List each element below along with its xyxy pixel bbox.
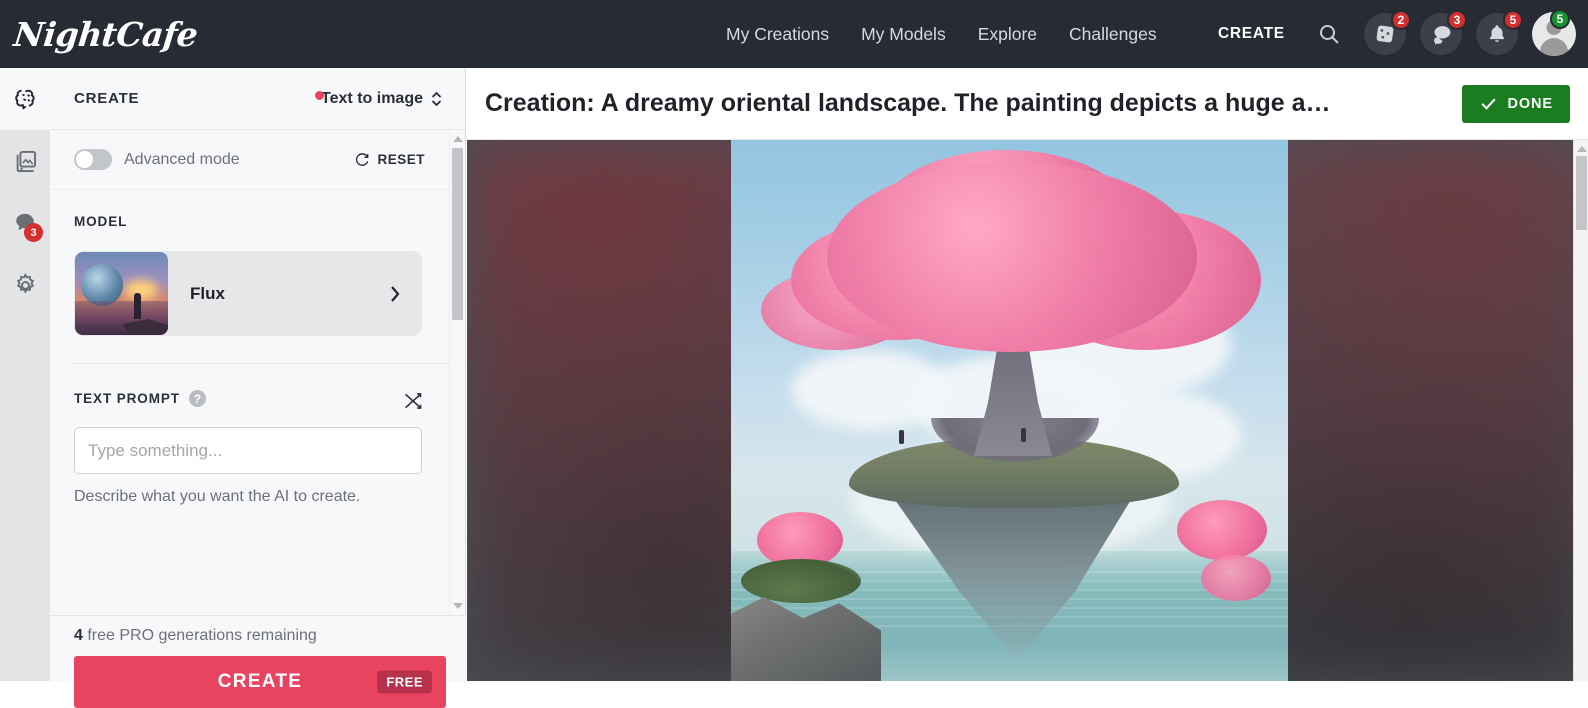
creation-header: Creation: A dreamy oriental landscape. T… bbox=[467, 68, 1588, 140]
panel-scrollbar-thumb[interactable] bbox=[452, 148, 463, 320]
reset-button[interactable]: RESET bbox=[354, 152, 425, 168]
scroll-down-arrow-icon[interactable] bbox=[453, 603, 463, 609]
generations-count: 4 bbox=[74, 627, 83, 644]
bell-badge: 5 bbox=[1503, 10, 1523, 30]
free-badge: FREE bbox=[377, 670, 432, 694]
nav-link-challenges[interactable]: Challenges bbox=[1069, 24, 1157, 45]
advanced-mode-label: Advanced mode bbox=[124, 150, 240, 168]
scroll-up-arrow-icon[interactable] bbox=[453, 136, 463, 142]
creation-title: Creation: A dreamy oriental landscape. T… bbox=[485, 89, 1331, 117]
reset-label: RESET bbox=[377, 152, 425, 167]
create-panel-header: CREATE Text to image bbox=[50, 68, 465, 130]
chevron-updown-icon bbox=[431, 91, 442, 106]
small-blossom-tree bbox=[1177, 500, 1267, 560]
chevron-right-icon bbox=[391, 285, 400, 302]
new-mode-dot-icon bbox=[315, 90, 325, 100]
text-prompt-label: TEXT PROMPT bbox=[74, 391, 180, 406]
shoreline-greenery bbox=[741, 559, 861, 603]
image-viewer bbox=[467, 140, 1588, 681]
check-icon bbox=[1480, 98, 1496, 110]
generations-text: free PRO generations remaining bbox=[82, 627, 317, 644]
model-name: Flux bbox=[190, 283, 225, 303]
brand-logo[interactable]: NightCafe bbox=[12, 15, 199, 54]
avatar-body bbox=[1540, 38, 1568, 56]
cherry-blossom-canopy bbox=[827, 162, 1197, 352]
thumb-sphere bbox=[81, 264, 123, 306]
figure-silhouette bbox=[1021, 428, 1026, 442]
bell-icon[interactable]: 5 bbox=[1476, 10, 1523, 55]
generations-remaining: 4 free PRO generations remaining bbox=[50, 616, 466, 645]
rail-item-chat[interactable]: 3 bbox=[0, 192, 50, 254]
create-panel-scroll-area: Advanced mode RESET MODEL Flux TEXT PROM… bbox=[50, 130, 465, 615]
create-button[interactable]: CREATE FREE bbox=[74, 656, 446, 708]
generated-artwork[interactable] bbox=[731, 140, 1288, 681]
thumb-sun bbox=[124, 280, 158, 300]
create-panel: CREATE Text to image Advanced mode RESET… bbox=[50, 68, 466, 708]
thumb-person bbox=[134, 293, 141, 319]
text-prompt-hint: Describe what you want the AI to create. bbox=[74, 488, 361, 505]
rail-item-settings[interactable] bbox=[0, 254, 50, 316]
refresh-icon bbox=[356, 152, 369, 166]
nav-link-explore[interactable]: Explore bbox=[978, 24, 1037, 45]
figure-silhouette bbox=[899, 430, 904, 444]
search-icon[interactable] bbox=[1308, 13, 1350, 55]
rail-item-brain[interactable] bbox=[0, 68, 50, 130]
panel-scrollbar[interactable] bbox=[449, 130, 464, 615]
left-icon-rail: 3 bbox=[0, 68, 50, 681]
shuffle-icon[interactable] bbox=[403, 391, 423, 411]
chat-badge: 3 bbox=[1447, 10, 1467, 30]
mode-selector-value: Text to image bbox=[321, 89, 423, 107]
done-button-label: DONE bbox=[1507, 95, 1553, 112]
model-selector-card[interactable]: Flux bbox=[74, 251, 422, 336]
viewer-scrollbar-thumb[interactable] bbox=[1576, 156, 1587, 230]
dice-icon[interactable]: 2 bbox=[1364, 10, 1411, 55]
model-thumbnail bbox=[75, 252, 168, 335]
avatar-badge: 5 bbox=[1550, 9, 1570, 29]
chat-icon[interactable]: 3 bbox=[1420, 10, 1467, 55]
mode-selector[interactable]: Text to image bbox=[315, 89, 443, 109]
advanced-mode-row: Advanced mode RESET bbox=[50, 130, 465, 190]
text-prompt-input[interactable] bbox=[74, 427, 422, 474]
model-section-label: MODEL bbox=[74, 214, 128, 229]
create-button-label: CREATE bbox=[217, 671, 303, 692]
top-navigation-bar: NightCafe My Creations My Models Explore… bbox=[0, 0, 1588, 68]
nav-link-my-creations[interactable]: My Creations bbox=[726, 24, 829, 45]
nav-link-my-models[interactable]: My Models bbox=[861, 24, 946, 45]
model-section: MODEL Flux bbox=[50, 190, 465, 364]
nav-create-button[interactable]: CREATE bbox=[1218, 0, 1285, 68]
text-prompt-section: TEXT PROMPT ? Describe what you want the… bbox=[50, 364, 465, 506]
nav-icon-group: 2 3 5 5 bbox=[1308, 0, 1576, 68]
viewer-scrollbar[interactable] bbox=[1573, 140, 1588, 681]
toggle-knob bbox=[76, 151, 93, 168]
main-content: Creation: A dreamy oriental landscape. T… bbox=[467, 68, 1588, 681]
rail-chat-badge: 3 bbox=[24, 223, 43, 242]
done-button[interactable]: DONE bbox=[1461, 84, 1570, 123]
create-panel-footer: 4 free PRO generations remaining CREATE … bbox=[50, 615, 466, 708]
small-blossom-tree bbox=[1201, 555, 1271, 601]
create-panel-title: CREATE bbox=[74, 90, 140, 107]
main-nav-links: My Creations My Models Explore Challenge… bbox=[726, 0, 1157, 68]
advanced-mode-toggle[interactable] bbox=[74, 149, 112, 170]
scroll-up-arrow-icon[interactable] bbox=[1577, 146, 1587, 152]
help-icon[interactable]: ? bbox=[188, 390, 206, 407]
dice-badge: 2 bbox=[1391, 10, 1411, 30]
rail-item-gallery[interactable] bbox=[0, 130, 50, 192]
